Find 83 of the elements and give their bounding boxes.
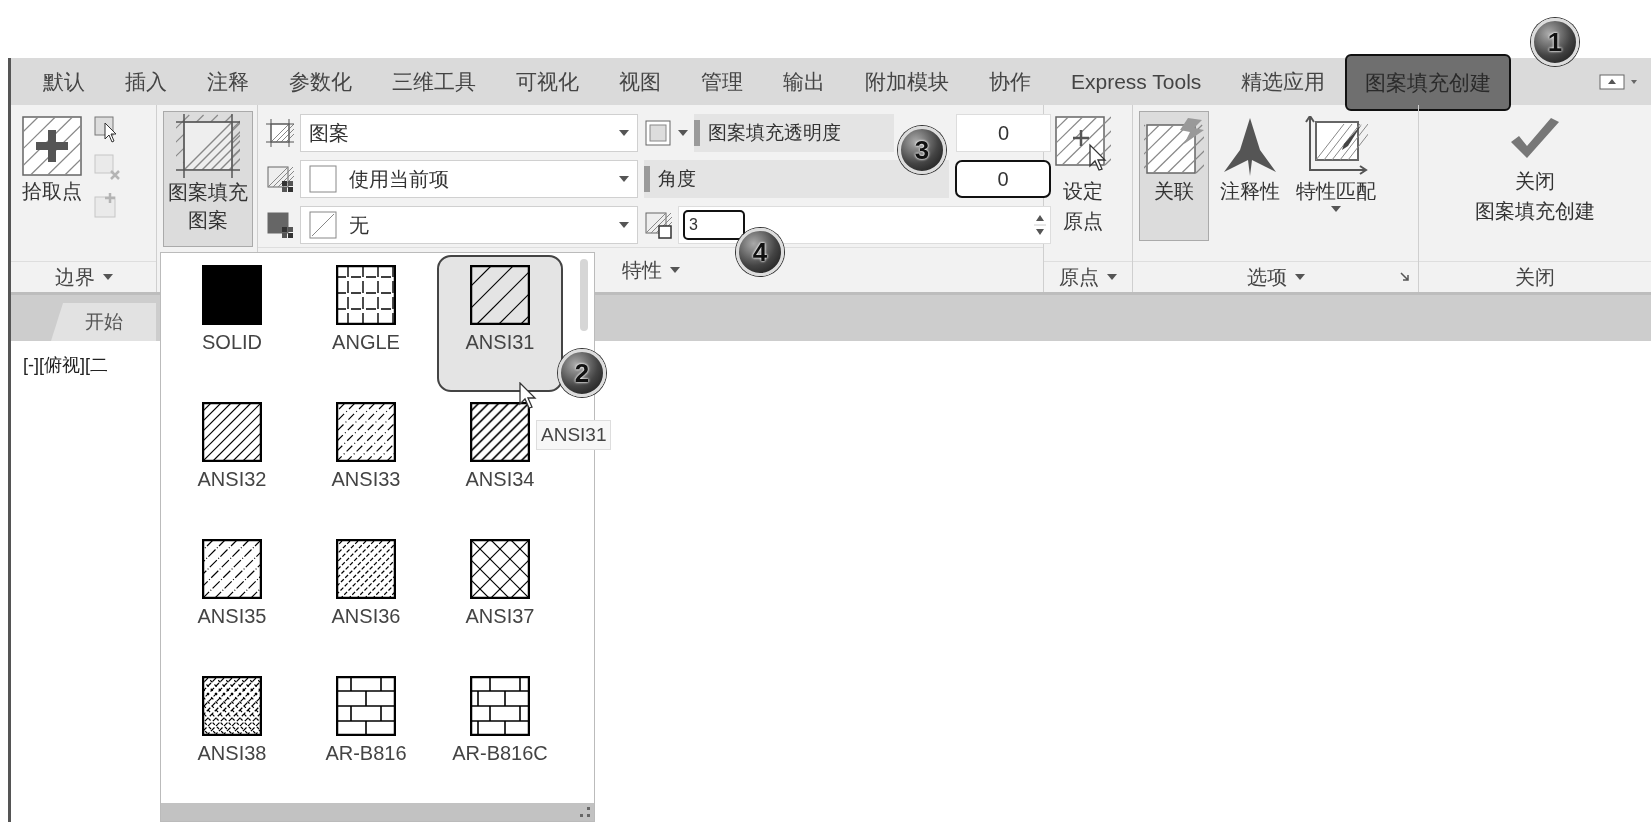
transparency-value-field[interactable]: 0 <box>956 114 1051 152</box>
hatch-pattern-button[interactable]: 图案填充 图案 <box>163 111 253 247</box>
hatch-pattern-swatch <box>470 402 530 462</box>
hatch-pattern-swatch <box>336 676 396 736</box>
ribbon-tab[interactable]: 插入 <box>105 58 187 105</box>
ribbon-tab[interactable]: 附加模块 <box>845 58 969 105</box>
ribbon-tab[interactable]: 默认 <box>23 58 105 105</box>
hatch-color-dropdown[interactable]: 使用当前项 <box>300 160 638 198</box>
pattern-item[interactable]: ANSI35 <box>169 529 295 666</box>
angle-value-field[interactable]: 0 <box>955 160 1051 198</box>
no-color-swatch-icon <box>309 211 337 239</box>
pattern-item[interactable]: ANSI38 <box>169 666 295 803</box>
dropdown-caret-icon <box>678 130 688 136</box>
hatch-pattern-swatch <box>202 539 262 599</box>
hatch-pattern-swatch <box>336 539 396 599</box>
pattern-item[interactable]: ANSI33 <box>303 392 429 529</box>
match-properties-icon <box>1304 116 1368 176</box>
option-button[interactable]: 关联 <box>1139 111 1209 241</box>
caret-icon <box>619 130 629 136</box>
panel-title: 特性 <box>621 257 662 283</box>
background-color-dropdown[interactable]: 无 <box>300 206 638 244</box>
ribbon-tab[interactable]: 可视化 <box>496 58 599 105</box>
hatch-pattern-swatch <box>336 402 396 462</box>
hatch-pattern-swatch <box>336 265 396 325</box>
panel-title: 选项 <box>1246 264 1287 290</box>
panel-title: 边界 <box>54 264 95 290</box>
panel-title: 原点 <box>1059 264 1099 290</box>
scale-spin-field[interactable]: 3 <box>678 206 1051 244</box>
mouse-cursor-icon <box>519 382 537 410</box>
callout-badge: 1 <box>1531 18 1579 66</box>
color-swatch-icon <box>309 165 337 193</box>
hatch-pattern-swatch <box>470 539 530 599</box>
caret-icon <box>102 274 113 280</box>
document-tab[interactable]: 开始 <box>51 303 156 341</box>
ribbon-tab[interactable]: 三维工具 <box>372 58 496 105</box>
hatch-color-icon <box>266 165 294 193</box>
ribbon-tab[interactable]: 参数化 <box>269 58 372 105</box>
close-hatch-creation-button[interactable]: 关闭 图案填充创建 <box>1470 111 1600 261</box>
slider-handle[interactable] <box>644 166 650 192</box>
minimize-ribbon-icon[interactable] <box>1599 73 1639 90</box>
ribbon-tab[interactable]: Express Tools <box>1051 58 1222 105</box>
hatch-pattern-swatch <box>202 265 262 325</box>
hatch-pattern-swatch-icon[interactable] <box>644 119 672 147</box>
callout-badge: 2 <box>558 349 606 397</box>
pattern-item[interactable]: AR-B816 <box>303 666 429 803</box>
pattern-item[interactable]: ANSI37 <box>437 529 563 666</box>
ribbon-tab[interactable]: 管理 <box>681 58 763 105</box>
transparency-slider[interactable]: 图案填充透明度 <box>694 114 894 152</box>
viewport-controls[interactable]: [-][俯视][二 <box>11 341 108 377</box>
hatch-pattern-swatch <box>202 402 262 462</box>
hatch-pattern-swatch <box>470 676 530 736</box>
ribbon-tab[interactable]: 注释 <box>187 58 269 105</box>
pattern-item[interactable]: ANSI31 <box>437 255 563 392</box>
hatch-type-dropdown[interactable]: 图案 <box>300 114 638 152</box>
option-button[interactable]: 特性匹配 <box>1291 111 1381 241</box>
caret-icon <box>1294 274 1305 280</box>
ribbon-tab[interactable]: 精选应用 <box>1221 58 1346 105</box>
slider-handle[interactable] <box>694 120 700 146</box>
hatch-pattern-swatch <box>202 676 262 736</box>
option-button[interactable]: 注释性 <box>1215 111 1285 241</box>
ribbon-tab[interactable]: 视图 <box>599 58 681 105</box>
hatch-pattern-icon <box>176 114 240 178</box>
angle-slider[interactable]: 角度 <box>644 160 949 198</box>
caret-icon <box>1107 274 1117 280</box>
ribbon-tab[interactable]: 协作 <box>969 58 1051 105</box>
pattern-item[interactable]: ANGLE <box>303 255 429 392</box>
hatch-lightning-icon <box>1144 116 1204 176</box>
pattern-item[interactable]: ANSI36 <box>303 529 429 666</box>
pick-point-icon <box>22 116 82 176</box>
pattern-item[interactable]: SOLID <box>169 255 295 392</box>
pattern-item[interactable]: AR-B816C <box>437 666 563 803</box>
caret-icon <box>619 176 629 182</box>
resize-grip-icon[interactable] <box>580 807 590 817</box>
dialog-launcher-icon[interactable] <box>1400 272 1410 282</box>
caret-icon <box>669 267 680 273</box>
background-color-icon <box>266 211 294 239</box>
tooltip: ANSI31 <box>536 420 612 450</box>
caret-icon <box>619 222 629 228</box>
ribbon-tab[interactable]: 输出 <box>763 58 845 105</box>
pattern-item[interactable]: ANSI32 <box>169 392 295 529</box>
panel-title: 关闭 <box>1515 264 1555 290</box>
hatch-pattern-swatch <box>470 265 530 325</box>
scrollbar-thumb[interactable] <box>580 259 588 331</box>
